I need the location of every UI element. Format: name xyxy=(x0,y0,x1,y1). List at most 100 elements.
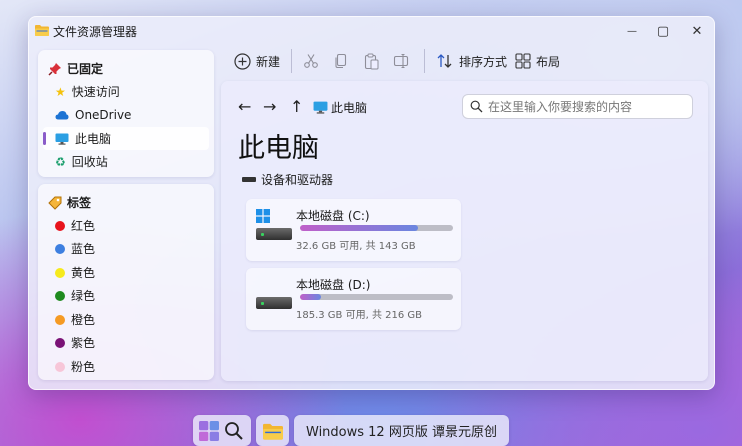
tag-label: 紫色 xyxy=(71,336,96,350)
taskbar-start-group xyxy=(193,415,251,446)
folder-icon xyxy=(35,25,49,36)
drive-d-card[interactable]: 本地磁盘 (D:) 185.3 GB 可用, 共 216 GB xyxy=(246,268,461,330)
tag-icon xyxy=(48,196,62,210)
window-title: 文件资源管理器 xyxy=(53,25,138,39)
sidebar-item-label: OneDrive xyxy=(75,107,132,122)
sidebar-item-label: 回收站 xyxy=(71,155,108,169)
cut-button[interactable] xyxy=(303,50,319,72)
scissors-icon xyxy=(304,54,318,68)
devices-section-header[interactable]: 设备和驱动器 xyxy=(242,171,333,188)
sidebar-item-quick-access[interactable]: ★ 快速访问 xyxy=(43,80,209,103)
paste-button[interactable] xyxy=(363,50,380,72)
star-icon: ★ xyxy=(55,84,66,99)
tag-dot-orange xyxy=(55,314,65,325)
tag-item-red[interactable]: 红色 xyxy=(43,214,209,237)
start-menu-icon[interactable] xyxy=(199,421,219,441)
tag-dot-blue xyxy=(55,243,65,254)
tag-item-green[interactable]: 绿色 xyxy=(43,284,209,307)
sidebar-pinned-panel: 已固定 ★ 快速访问 OneDrive 此电脑 ♻ 回收站 xyxy=(38,50,214,177)
forward-arrow-icon[interactable]: → xyxy=(263,97,276,116)
drive-c-card[interactable]: 本地磁盘 (C:) 32.6 GB 可用, 共 143 GB xyxy=(246,199,461,261)
taskbar-file-explorer[interactable] xyxy=(256,415,289,446)
drive-name: 本地磁盘 (D:) xyxy=(296,278,371,292)
layout-button-label: 布局 xyxy=(536,54,561,69)
taskbar-app-text: Windows 12 网页版 谭景元原创 xyxy=(306,425,497,440)
section-title: 设备和驱动器 xyxy=(261,173,334,187)
close-button[interactable]: ✕ xyxy=(683,20,711,42)
sort-button[interactable]: 排序方式 xyxy=(436,50,507,72)
tag-label: 黄色 xyxy=(71,266,96,280)
back-arrow-icon[interactable]: ← xyxy=(238,97,251,116)
copy-button[interactable] xyxy=(333,50,349,72)
sidebar-item-recycle-bin[interactable]: ♻ 回收站 xyxy=(43,150,209,173)
drive-space-info: 185.3 GB 可用, 共 216 GB xyxy=(296,310,423,321)
maximize-icon: ▢ xyxy=(656,23,670,39)
sidebar-item-label: 快速访问 xyxy=(71,85,120,99)
file-explorer-window: 文件资源管理器 — ▢ ✕ 已固定 ★ 快速访问 OneDrive 此电脑 ♻ … xyxy=(28,16,715,390)
sidebar-item-this-pc[interactable]: 此电脑 xyxy=(43,127,209,150)
tag-dot-pink xyxy=(55,361,65,372)
tag-item-yellow[interactable]: 黄色 xyxy=(43,261,209,284)
drive-name: 本地磁盘 (C:) xyxy=(296,209,370,223)
minimize-button[interactable]: — xyxy=(618,20,646,42)
search-input[interactable] xyxy=(488,99,688,114)
cloud-icon xyxy=(55,110,69,119)
title-bar[interactable]: 文件资源管理器 — ▢ ✕ xyxy=(29,17,714,45)
maximize-button[interactable]: ▢ xyxy=(649,20,677,42)
folder-icon xyxy=(263,423,283,440)
page-title: 此电脑 xyxy=(238,133,319,164)
sort-icon xyxy=(437,54,452,68)
drive-usage-bar xyxy=(300,294,453,300)
rename-button[interactable] xyxy=(393,50,410,72)
tag-dot-red xyxy=(55,220,65,231)
toolbar-divider xyxy=(291,49,292,73)
tag-label: 蓝色 xyxy=(71,242,96,256)
taskbar-app-label[interactable]: Windows 12 网页版 谭景元原创 xyxy=(294,415,509,446)
search-box[interactable] xyxy=(462,94,693,119)
tag-dot-purple xyxy=(55,337,65,348)
up-arrow-icon[interactable]: ↑ xyxy=(290,97,303,116)
drive-icon xyxy=(242,177,256,182)
close-icon: ✕ xyxy=(691,23,703,39)
recycle-bin-icon: ♻ xyxy=(55,154,66,169)
drive-usage-fill xyxy=(300,225,418,231)
sidebar-item-onedrive[interactable]: OneDrive xyxy=(43,103,209,126)
minimize-icon: — xyxy=(627,25,637,37)
sidebar-tags-panel: 标签 红色 蓝色 黄色 绿色 橙色 紫色 粉色 xyxy=(38,184,214,380)
monitor-icon xyxy=(313,101,328,114)
layout-button[interactable]: 布局 xyxy=(515,50,560,72)
breadcrumb[interactable]: 此电脑 xyxy=(313,99,367,116)
tags-heading: 标签 xyxy=(48,194,91,211)
pinned-heading: 已固定 xyxy=(48,60,103,77)
toolbar-divider xyxy=(424,49,425,73)
drive-usage-bar xyxy=(300,225,453,231)
tag-label: 绿色 xyxy=(71,289,96,303)
drive-space-info: 32.6 GB 可用, 共 143 GB xyxy=(296,241,416,252)
grid-layout-icon xyxy=(515,53,531,69)
tag-item-blue[interactable]: 蓝色 xyxy=(43,237,209,260)
drive-usage-fill xyxy=(300,294,322,300)
tag-item-purple[interactable]: 紫色 xyxy=(43,331,209,354)
tag-label: 橙色 xyxy=(71,313,96,327)
hard-drive-icon xyxy=(256,228,292,240)
sidebar-item-label: 此电脑 xyxy=(75,132,112,146)
sort-button-label: 排序方式 xyxy=(459,54,508,69)
tag-dot-yellow xyxy=(55,267,65,278)
copy-icon xyxy=(335,53,347,69)
search-icon[interactable] xyxy=(224,421,244,441)
tag-label: 红色 xyxy=(71,219,96,233)
tags-heading-label: 标签 xyxy=(67,196,92,210)
rename-icon xyxy=(393,53,409,69)
paste-icon xyxy=(364,53,379,69)
tag-item-pink[interactable]: 粉色 xyxy=(43,355,209,378)
new-button[interactable]: 新建 xyxy=(234,50,280,72)
tag-dot-green xyxy=(55,290,65,301)
tag-item-orange[interactable]: 橙色 xyxy=(43,308,209,331)
pin-icon xyxy=(48,62,61,76)
add-circle-icon xyxy=(234,52,251,70)
windows-logo-icon xyxy=(256,209,270,223)
pinned-heading-label: 已固定 xyxy=(67,62,104,76)
tag-label: 粉色 xyxy=(71,360,96,374)
search-icon xyxy=(470,100,483,113)
content-pane: ← → ↑ 此电脑 此电脑 设备和驱动器 xyxy=(221,81,708,381)
